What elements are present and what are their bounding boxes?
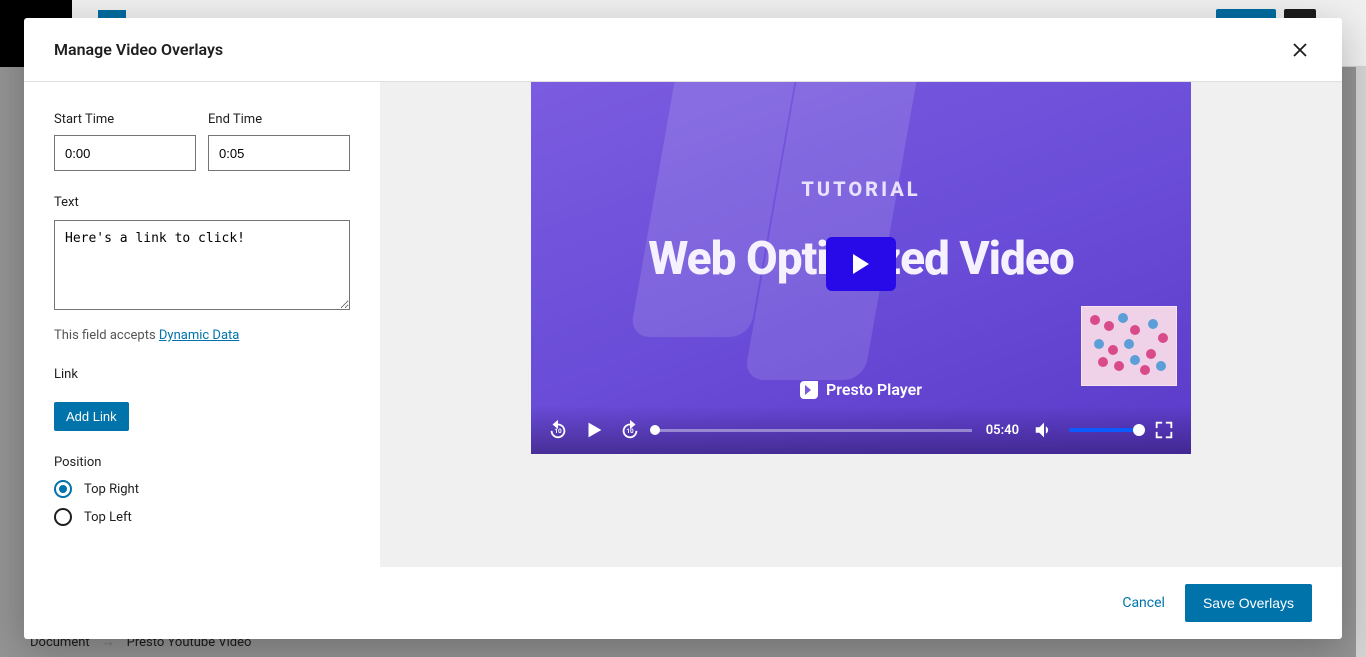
manage-overlays-modal: Manage Video Overlays Start Time End Tim… xyxy=(24,18,1342,639)
close-icon xyxy=(1292,42,1308,58)
radio-label: Top Left xyxy=(84,510,132,525)
position-label: Position xyxy=(54,455,350,470)
forward-10-icon: 10 xyxy=(619,419,641,441)
text-label: Text xyxy=(54,195,350,210)
video-time: 05:40 xyxy=(986,423,1019,438)
modal-body: Start Time End Time Text Here's a link t… xyxy=(24,82,1342,567)
brand-text: Presto Player xyxy=(826,380,922,399)
play-button[interactable] xyxy=(826,237,896,291)
radio-icon xyxy=(54,480,72,498)
position-option-top-left[interactable]: Top Left xyxy=(54,508,350,526)
dynamic-data-hint: This field accepts Dynamic Data xyxy=(54,328,350,343)
rewind-10-icon: 10 xyxy=(547,419,569,441)
link-label: Link xyxy=(54,367,350,382)
radio-icon xyxy=(54,508,72,526)
dynamic-data-link[interactable]: Dynamic Data xyxy=(159,328,239,343)
fullscreen-button[interactable] xyxy=(1153,419,1175,441)
start-time-input[interactable] xyxy=(54,135,196,171)
save-overlays-button[interactable]: Save Overlays xyxy=(1185,584,1312,622)
modal-footer: Cancel Save Overlays xyxy=(24,567,1342,639)
svg-text:10: 10 xyxy=(554,427,562,435)
brand-icon xyxy=(800,381,818,399)
progress-bar[interactable] xyxy=(655,429,972,432)
start-time-label: Start Time xyxy=(54,112,196,127)
volume-button[interactable] xyxy=(1033,419,1055,441)
fullscreen-icon xyxy=(1153,419,1175,441)
hint-prefix: This field accepts xyxy=(54,328,159,343)
rewind-10-button[interactable]: 10 xyxy=(547,419,569,441)
overlay-settings-panel[interactable]: Start Time End Time Text Here's a link t… xyxy=(24,82,380,567)
volume-icon xyxy=(1033,419,1055,441)
play-icon xyxy=(583,419,605,441)
video-preview-panel[interactable]: TUTORIAL Web Optimized Video Presto Play… xyxy=(380,82,1342,567)
overlay-preview-thumbnail xyxy=(1081,306,1177,386)
play-small-button[interactable] xyxy=(583,419,605,441)
progress-thumb[interactable] xyxy=(650,425,660,435)
radio-label: Top Right xyxy=(84,482,139,497)
volume-thumb[interactable] xyxy=(1133,424,1145,436)
position-option-top-right[interactable]: Top Right xyxy=(54,480,350,498)
add-link-button[interactable]: Add Link xyxy=(54,402,129,431)
end-time-input[interactable] xyxy=(208,135,350,171)
end-time-label: End Time xyxy=(208,112,350,127)
overlay-text-input[interactable]: Here's a link to click! xyxy=(54,220,350,310)
video-controls: 10 10 05:40 xyxy=(531,406,1191,454)
video-player: TUTORIAL Web Optimized Video Presto Play… xyxy=(531,82,1191,454)
video-tag: TUTORIAL xyxy=(531,177,1191,201)
close-button[interactable] xyxy=(1286,36,1314,64)
cancel-button[interactable]: Cancel xyxy=(1122,595,1165,611)
modal-title: Manage Video Overlays xyxy=(54,40,223,59)
svg-text:10: 10 xyxy=(626,427,634,435)
modal-header: Manage Video Overlays xyxy=(24,18,1342,82)
volume-slider[interactable] xyxy=(1069,428,1139,432)
play-icon xyxy=(851,253,871,275)
forward-10-button[interactable]: 10 xyxy=(619,419,641,441)
